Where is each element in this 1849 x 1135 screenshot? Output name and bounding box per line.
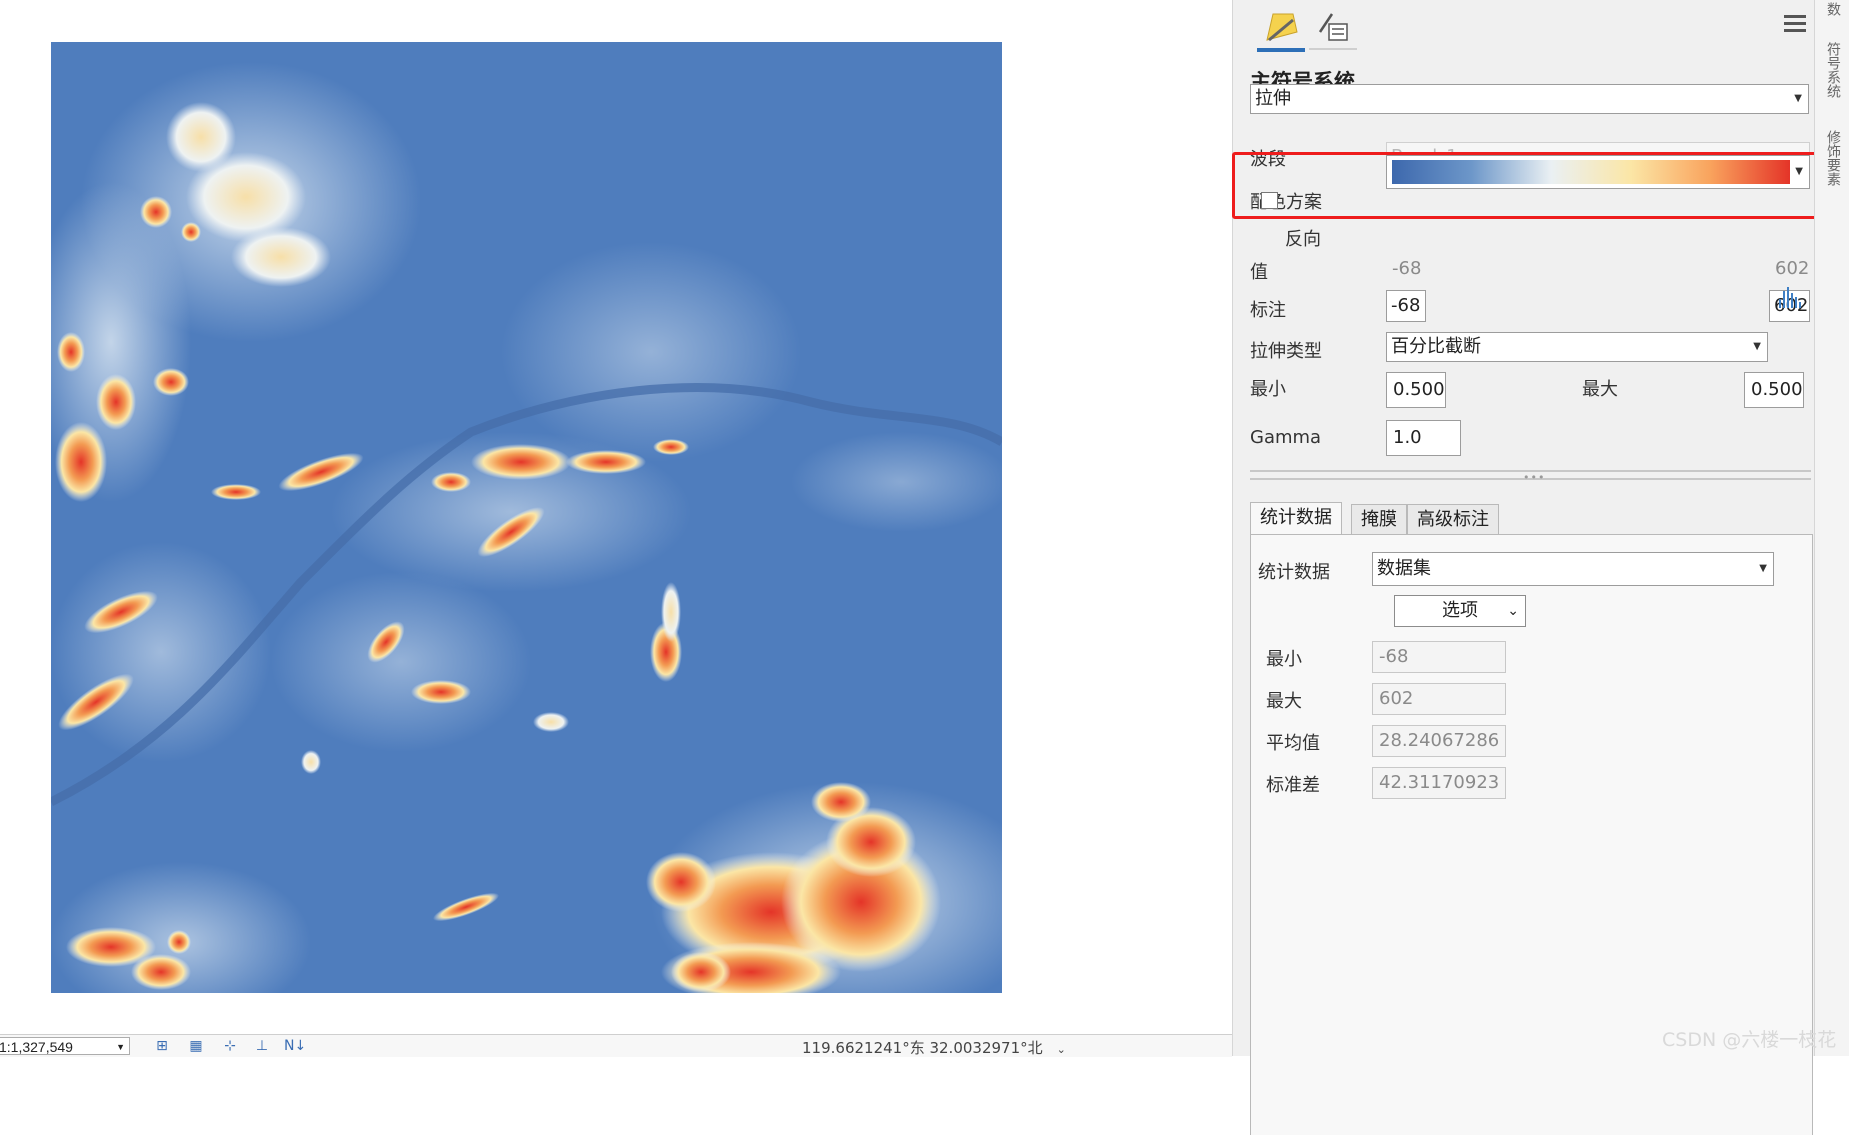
paint-brush-icon [1266,13,1298,42]
chevron-down-icon: ▼ [1759,563,1767,574]
statistics-source-value: 数据集 [1377,558,1431,579]
tab-vary-symbology[interactable] [1309,6,1357,50]
tab-statistics[interactable]: 统计数据 [1250,502,1342,534]
tab-advanced-labeling[interactable]: 高级标注 [1407,504,1499,534]
stretch-type-label: 拉伸类型 [1250,341,1322,362]
invert-label: 反向 [1285,229,1321,250]
stat-std-label: 标准差 [1266,775,1320,796]
chevron-down-icon: ▼ [116,1042,125,1052]
options-label: 选项 [1442,600,1478,621]
max-percent-input[interactable]: 0.500 [1744,372,1804,408]
highlight-annotation [1232,152,1837,219]
table-grid-icon[interactable]: ▦ [186,1038,206,1054]
pane-splitter[interactable]: ••• [1250,470,1811,484]
scale-value: 1:1,327,549 [0,1039,73,1055]
stat-mean-label: 平均值 [1266,733,1320,754]
gamma-label: Gamma [1250,427,1322,448]
stat-max-label: 最大 [1266,691,1302,712]
status-bar: 1:1,327,549 ▼ ⊞ ▦ ⊹ ⊥ N↓ 119.6621241°东 3… [0,1034,1232,1057]
value-label: 值 [1250,262,1268,283]
chevron-down-icon: ▼ [1794,93,1802,104]
max-percent-label: 最大 [1582,379,1618,400]
chevron-down-icon: ⌄ [1056,1043,1066,1056]
min-percent-input[interactable]: 0.500 [1386,372,1446,408]
chevron-down-icon: ▼ [1753,341,1761,352]
side-tab-decorations[interactable]: 修饰要素 [1823,130,1843,186]
histogram-icon[interactable] [1778,285,1804,309]
menu-icon[interactable] [1784,15,1806,35]
grid-view-icon[interactable]: ⊞ [152,1038,172,1054]
label-min-input[interactable]: -68 [1386,290,1426,322]
elevation-raster[interactable] [51,42,1002,993]
stat-max-value: 602 [1372,683,1506,715]
watermark: CSDN @六楼一枝花 [1662,1029,1837,1051]
renderer-value: 拉伸 [1255,88,1291,109]
stat-std-value: 42.31170923 [1372,767,1506,799]
measure-icon[interactable]: ⊥ [252,1038,272,1054]
stretch-type-value: 百分比截断 [1391,336,1481,357]
min-percent-label: 最小 [1250,379,1286,400]
statistics-source-dropdown[interactable]: 数据集 ▼ [1372,552,1774,586]
coordinate-text: 119.6621241°东 32.0032971°北 [802,1039,1043,1057]
raster-image [51,42,1002,993]
tab-primary-symbology[interactable] [1257,6,1305,52]
stat-min-value: -68 [1372,641,1506,673]
value-max: 602 [1775,258,1810,279]
chevron-down-icon: ⌄ [1507,603,1519,619]
tab-mask[interactable]: 掩膜 [1351,504,1407,534]
statistics-source-label: 统计数据 [1258,562,1330,583]
north-arrow-icon[interactable]: N↓ [284,1038,306,1054]
renderer-dropdown[interactable]: 拉伸 ▼ [1250,84,1809,114]
stretch-type-dropdown[interactable]: 百分比截断 ▼ [1386,332,1768,362]
map-view[interactable] [0,0,1232,1034]
scale-dropdown[interactable]: 1:1,327,549 ▼ [0,1037,130,1055]
snapping-icon[interactable]: ⊹ [220,1038,240,1054]
list-brush-icon [1318,13,1348,41]
gamma-input[interactable]: 1.0 [1386,420,1461,456]
stat-mean-value: 28.24067286 [1372,725,1506,757]
side-tab-catalog[interactable]: 数 [1823,2,1843,16]
coordinate-readout[interactable]: 119.6621241°东 32.0032971°北 ⌄ [802,1037,1066,1058]
options-dropdown[interactable]: 选项 ⌄ [1394,595,1526,627]
side-tab-symbology[interactable]: 符号系统 [1823,42,1843,98]
side-tab-strip: 数 符号系统 修饰要素 [1814,0,1849,1056]
stat-min-label: 最小 [1266,649,1302,670]
value-min: -68 [1392,258,1422,279]
label-label: 标注 [1250,300,1286,321]
grip-icon: ••• [1523,471,1546,484]
